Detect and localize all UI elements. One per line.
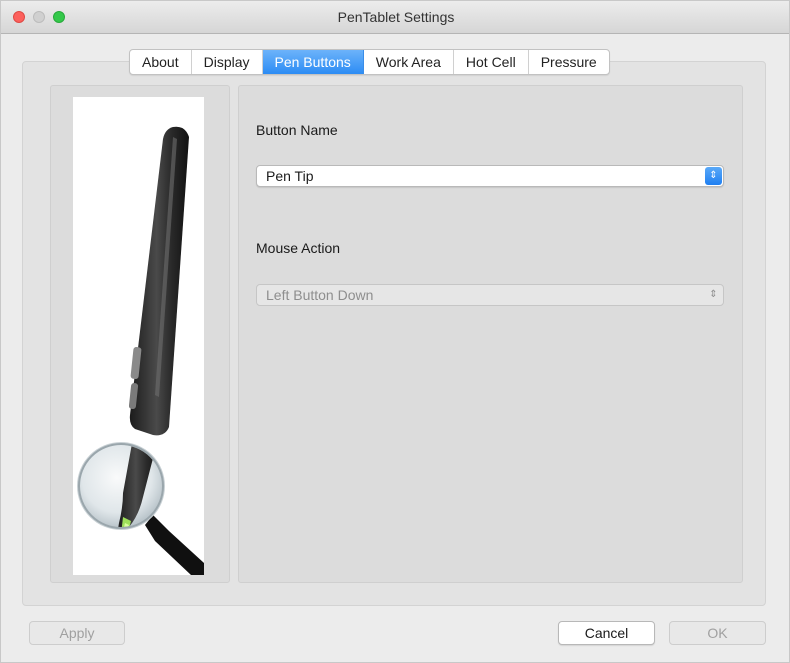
button-name-label: Button Name bbox=[256, 122, 338, 138]
tab-display[interactable]: Display bbox=[192, 50, 263, 74]
updown-chevron-icon: ⇕ bbox=[709, 289, 718, 300]
tab-pen-buttons[interactable]: Pen Buttons bbox=[262, 50, 364, 74]
ok-button: OK bbox=[669, 621, 766, 645]
tab-pressure[interactable]: Pressure bbox=[529, 50, 609, 74]
mouse-action-value: Left Button Down bbox=[266, 287, 374, 303]
mouse-action-popup: Left Button Down ⇕ bbox=[256, 284, 724, 306]
tab-work-area[interactable]: Work Area bbox=[364, 50, 454, 74]
pen-with-magnifier-icon bbox=[73, 97, 204, 575]
tab-bar: About Display Pen Buttons Work Area Hot … bbox=[129, 49, 610, 75]
tab-hot-cell[interactable]: Hot Cell bbox=[454, 50, 529, 74]
button-name-value: Pen Tip bbox=[266, 168, 314, 184]
updown-chevron-icon: ⇕ bbox=[705, 167, 722, 185]
apply-button: Apply bbox=[29, 621, 125, 645]
title-bar[interactable]: PenTablet Settings bbox=[1, 1, 789, 34]
window-title: PenTablet Settings bbox=[337, 9, 455, 25]
cancel-button[interactable]: Cancel bbox=[558, 621, 655, 645]
mouse-action-label: Mouse Action bbox=[256, 240, 341, 256]
settings-window: PenTablet Settings About Display Pen But… bbox=[0, 0, 790, 663]
tab-about[interactable]: About bbox=[130, 50, 192, 74]
pen-buttons-settings-panel bbox=[238, 85, 743, 583]
button-name-popup[interactable]: Pen Tip ⇕ bbox=[256, 165, 724, 187]
